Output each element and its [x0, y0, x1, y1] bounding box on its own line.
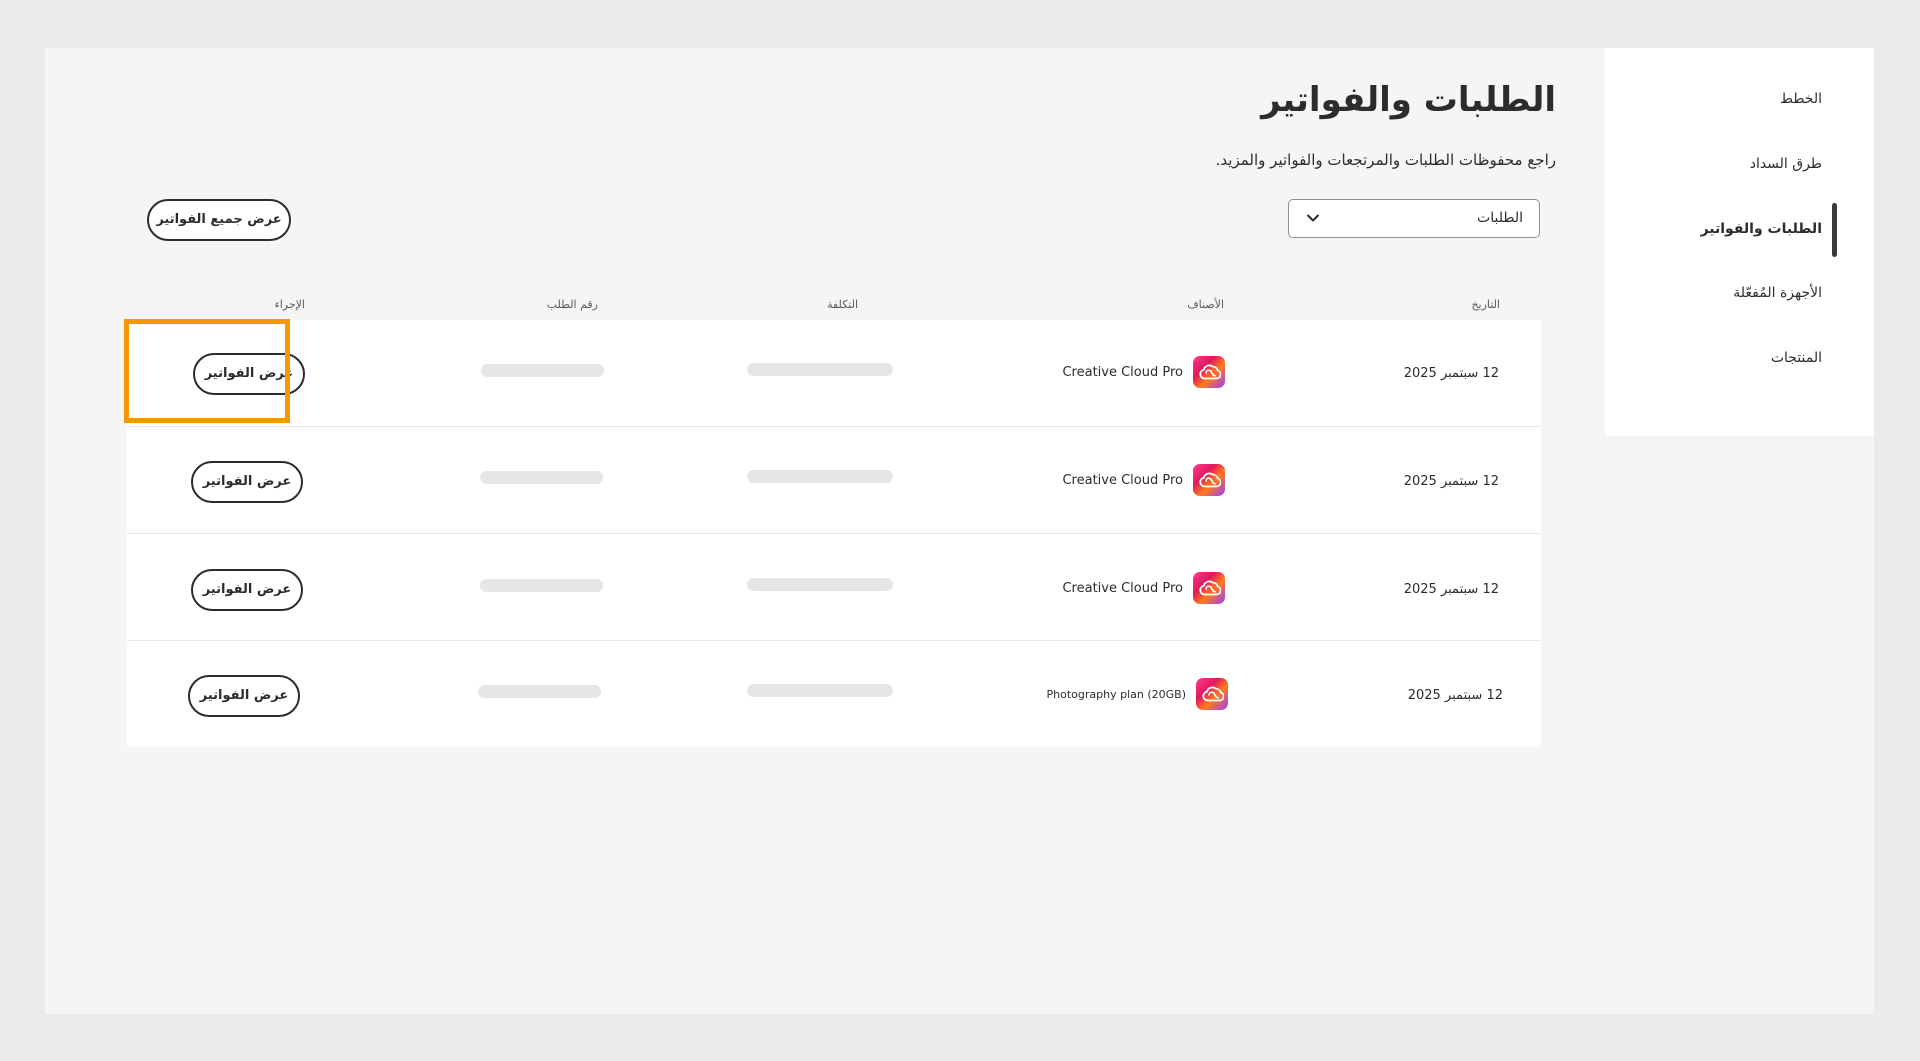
creative-cloud-icon [1193, 464, 1225, 496]
table-row: 12 سبتمبر 2025 Creative Cloud Pro عرض ال… [127, 534, 1541, 641]
dropdown-selected-value: الطلبات [1477, 210, 1523, 226]
view-invoices-button[interactable]: عرض الفواتير [191, 569, 303, 611]
page-subtitle: راجع محفوظات الطلبات والمرتجعات والفواتي… [1215, 151, 1556, 169]
item-name: Creative Cloud Pro [1062, 580, 1183, 596]
column-header-action: الإجراء [274, 298, 305, 311]
sidebar-item-activated-devices[interactable]: الأجهزة المُفعّلة [1733, 285, 1822, 301]
page-container: الخطط طرق السداد الطلبات والفواتير الأجه… [45, 48, 1874, 1014]
order-date: 12 سبتمبر 2025 [1403, 582, 1499, 597]
item-name: Photography plan (20GB) [1046, 687, 1186, 701]
item-name: Creative Cloud Pro [1062, 364, 1183, 380]
view-invoices-button[interactable]: عرض الفواتير [191, 461, 303, 503]
order-number-placeholder [480, 579, 603, 592]
view-invoices-button[interactable]: عرض الفواتير [188, 675, 300, 717]
order-item: Creative Cloud Pro [1062, 356, 1225, 388]
column-header-items: الأصناف [1187, 298, 1224, 311]
order-date: 12 سبتمبر 2025 [1403, 474, 1499, 489]
cost-placeholder [747, 578, 893, 591]
column-header-cost: التكلفة [827, 298, 858, 311]
sidebar-item-orders-invoices[interactable]: الطلبات والفواتير [1701, 221, 1822, 237]
orders-table: 12 سبتمبر 2025 Creative Cloud Pro عرض ال… [127, 320, 1541, 747]
cost-placeholder [747, 363, 893, 376]
view-invoices-button[interactable]: عرض الفواتير [193, 353, 305, 395]
order-number-placeholder [481, 364, 604, 377]
sidebar-item-payment-methods[interactable]: طرق السداد [1750, 156, 1822, 172]
order-item: Photography plan (20GB) [1047, 678, 1228, 710]
order-item: Creative Cloud Pro [1062, 464, 1225, 496]
creative-cloud-icon [1193, 572, 1225, 604]
table-row: 12 سبتمبر 2025 Photography plan (20GB) ع… [127, 641, 1541, 748]
creative-cloud-icon [1193, 356, 1225, 388]
sidebar-active-indicator [1832, 203, 1837, 257]
column-header-date: التاريخ [1471, 298, 1500, 311]
order-date: 12 سبتمبر 2025 [1407, 688, 1503, 703]
sidebar-item-plans[interactable]: الخطط [1780, 91, 1822, 107]
item-name: Creative Cloud Pro [1062, 472, 1183, 488]
table-row: 12 سبتمبر 2025 Creative Cloud Pro عرض ال… [127, 427, 1541, 534]
table-row: 12 سبتمبر 2025 Creative Cloud Pro عرض ال… [127, 320, 1541, 427]
order-item: Creative Cloud Pro [1062, 572, 1225, 604]
cost-placeholder [747, 684, 893, 697]
creative-cloud-icon [1196, 678, 1228, 710]
column-header-order-number: رقم الطلب [546, 298, 598, 311]
chevron-down-icon [1305, 210, 1321, 226]
order-number-placeholder [478, 685, 601, 698]
view-all-invoices-button[interactable]: عرض جميع الفواتير [147, 199, 291, 241]
orders-filter-dropdown[interactable]: الطلبات [1288, 199, 1540, 238]
page-title: الطلبات والفواتير [1261, 80, 1556, 120]
cost-placeholder [747, 470, 893, 483]
order-number-placeholder [480, 471, 603, 484]
sidebar-item-products[interactable]: المنتجات [1771, 350, 1822, 366]
order-date: 12 سبتمبر 2025 [1403, 366, 1499, 381]
